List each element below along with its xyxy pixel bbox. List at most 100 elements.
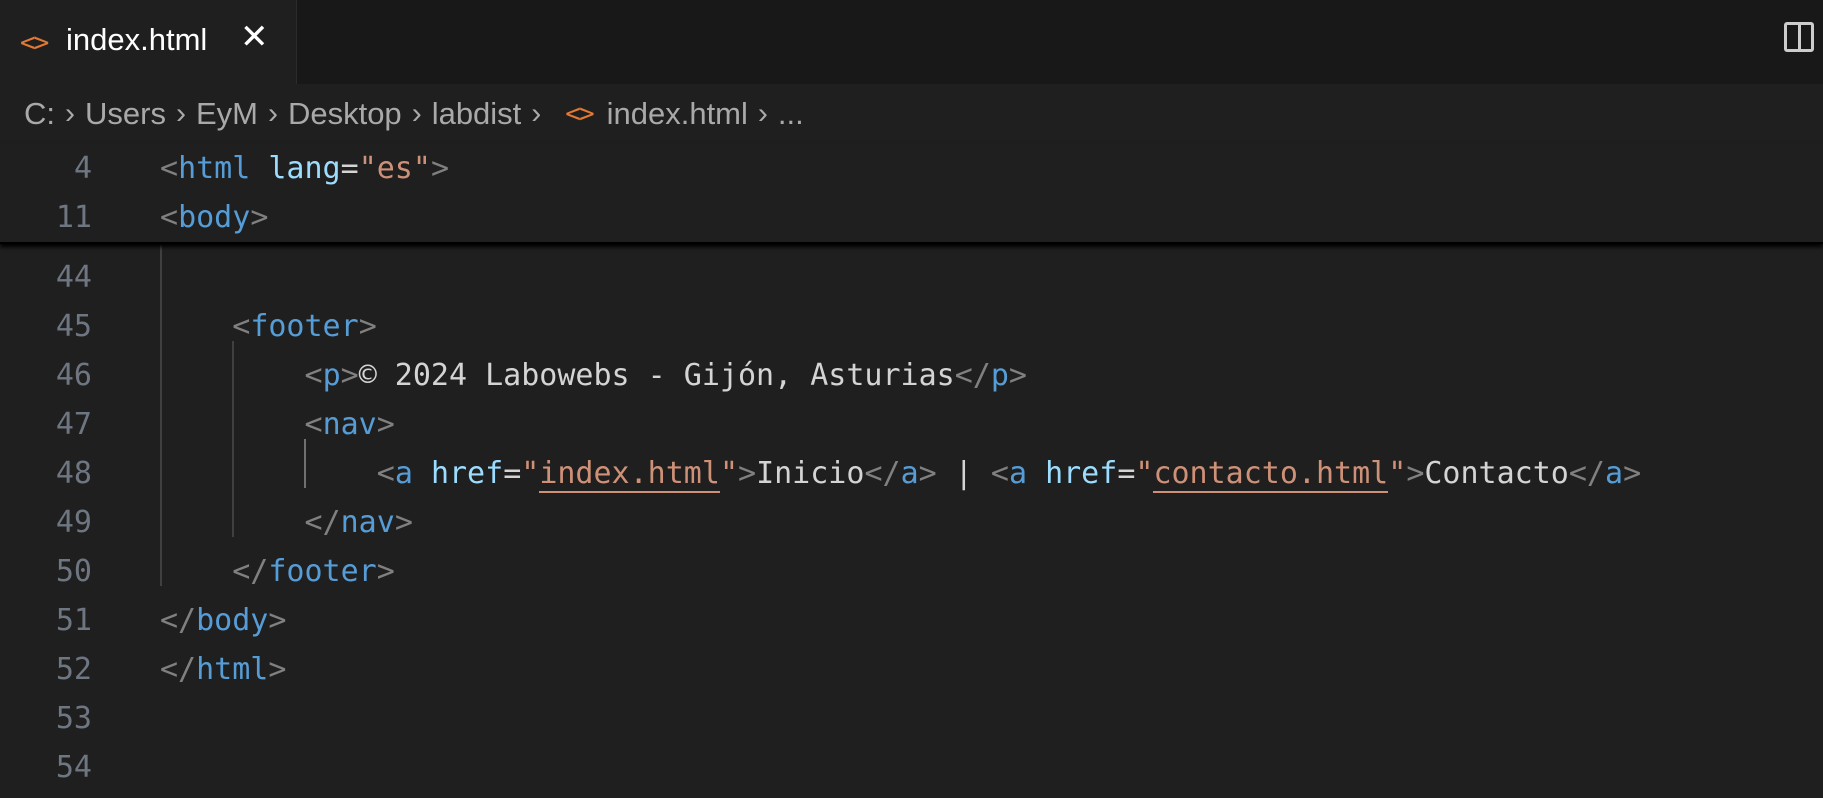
- code-token: html: [178, 151, 251, 186]
- chevron-right-icon: ›: [65, 97, 75, 130]
- chevron-right-icon: ›: [411, 97, 422, 130]
- code-line[interactable]: 47 <nav>: [0, 400, 1823, 449]
- code-line[interactable]: 48 <a href="index.html">Inicio</a> | <a …: [0, 449, 1823, 498]
- code-line[interactable]: 11 <body>: [0, 193, 1823, 242]
- code-text: <p>© 2024 Labowebs - Gijón, Asturias</p>: [160, 351, 1027, 400]
- code-token: >: [1623, 456, 1642, 491]
- tab-index-html[interactable]: <> index.html ✕: [0, 0, 297, 84]
- code-token: =: [1117, 456, 1136, 491]
- code-token: <: [232, 309, 251, 344]
- code-line[interactable]: 49 </nav>: [0, 498, 1823, 547]
- code-line[interactable]: 44: [0, 253, 1823, 302]
- line-number: 44: [55, 260, 92, 295]
- code-token: >: [1008, 358, 1027, 393]
- breadcrumb-item-file[interactable]: index.html: [607, 96, 748, 132]
- code-token: |: [936, 456, 991, 491]
- code-token: href: [430, 456, 504, 491]
- code-token: footer: [268, 554, 377, 589]
- code-token: ": [1135, 456, 1154, 491]
- code-line[interactable]: 51 </body>: [0, 596, 1823, 645]
- code-text: </html>: [160, 645, 286, 694]
- code-link[interactable]: contacto.html: [1153, 456, 1389, 493]
- code-token: nav: [340, 505, 395, 540]
- code-token: <: [990, 456, 1009, 491]
- line-number: 4: [73, 151, 92, 186]
- chevron-right-icon: ›: [531, 97, 542, 130]
- breadcrumb-item-drive[interactable]: C:: [24, 96, 55, 132]
- code-text: </body>: [160, 596, 286, 645]
- code-link[interactable]: index.html: [539, 456, 720, 493]
- code-editor[interactable]: 4 <html lang="es"> 11 <body> 44 45 <footer> 4…: [0, 144, 1823, 798]
- code-token: p: [990, 358, 1009, 393]
- code-line[interactable]: 50 </footer>: [0, 547, 1823, 596]
- code-token: a: [900, 456, 919, 491]
- code-token: </: [864, 456, 901, 491]
- code-token: </: [1568, 456, 1605, 491]
- code-token: p: [322, 358, 341, 393]
- code-token: a: [1008, 456, 1027, 491]
- code-token: >: [394, 505, 413, 540]
- indent-guide: [304, 439, 307, 488]
- sticky-scroll-header[interactable]: 4 <html lang="es"> 11 <body>: [0, 144, 1823, 244]
- tab-bar: <> index.html ✕: [0, 0, 1823, 84]
- split-editor-icon[interactable]: [1784, 22, 1814, 52]
- code-line[interactable]: 4 <html lang="es">: [0, 144, 1823, 193]
- code-text: </footer>: [160, 547, 395, 596]
- code-token: >: [738, 456, 757, 491]
- code-token: ": [1388, 456, 1407, 491]
- code-text: <a href="index.html">Inicio</a> | <a hre…: [160, 449, 1641, 498]
- code-line[interactable]: 54: [0, 743, 1823, 792]
- line-number: 54: [55, 750, 92, 785]
- code-token: >: [376, 407, 395, 442]
- breadcrumb-item-more[interactable]: ...: [778, 96, 804, 132]
- code-token: =: [340, 151, 359, 186]
- code-line[interactable]: 53: [0, 694, 1823, 743]
- code-text: </nav>: [160, 498, 413, 547]
- line-number: 47: [55, 407, 92, 442]
- code-token: >: [340, 358, 359, 393]
- code-token: </: [160, 652, 197, 687]
- breadcrumb-item-labdist[interactable]: labdist: [432, 96, 522, 132]
- code-token: =: [503, 456, 522, 491]
- code-token: >: [1406, 456, 1425, 491]
- indent-guide: [232, 341, 235, 537]
- code-line[interactable]: 52 </html>: [0, 645, 1823, 694]
- code-token: © 2024 Labowebs - Gijón, Asturias: [358, 358, 955, 393]
- code-token: >: [358, 309, 377, 344]
- code-token: ": [521, 456, 540, 491]
- code-text: <html lang="es">: [160, 144, 449, 193]
- line-number: 48: [55, 456, 92, 491]
- line-number: 45: [55, 309, 92, 344]
- code-token: >: [250, 200, 269, 235]
- code-token: >: [918, 456, 937, 491]
- code-token: </: [954, 358, 991, 393]
- code-token: footer: [250, 309, 359, 344]
- line-number: 11: [55, 200, 92, 235]
- breadcrumb-item-desktop[interactable]: Desktop: [288, 96, 402, 132]
- code-text: <nav>: [160, 400, 395, 449]
- code-line[interactable]: 45 <footer>: [0, 302, 1823, 351]
- code-token: nav: [322, 407, 377, 442]
- close-icon[interactable]: ✕: [240, 20, 269, 54]
- line-number: 53: [55, 701, 92, 736]
- line-number: 49: [55, 505, 92, 540]
- code-token: body: [178, 200, 251, 235]
- code-icon: <>: [565, 99, 594, 129]
- code-token: >: [268, 652, 287, 687]
- code-token: >: [268, 603, 287, 638]
- code-token: <: [160, 151, 179, 186]
- breadcrumb-item-eym[interactable]: EyM: [196, 96, 258, 132]
- breadcrumb-item-users[interactable]: Users: [85, 96, 166, 132]
- code-token: </: [232, 554, 269, 589]
- code-token: Contacto: [1424, 456, 1569, 491]
- line-number: 46: [55, 358, 92, 393]
- code-token: </: [304, 505, 341, 540]
- indent-guide: [160, 243, 162, 586]
- code-line[interactable]: 46 <p>© 2024 Labowebs - Gijón, Asturias<…: [0, 351, 1823, 400]
- code-token: >: [430, 151, 449, 186]
